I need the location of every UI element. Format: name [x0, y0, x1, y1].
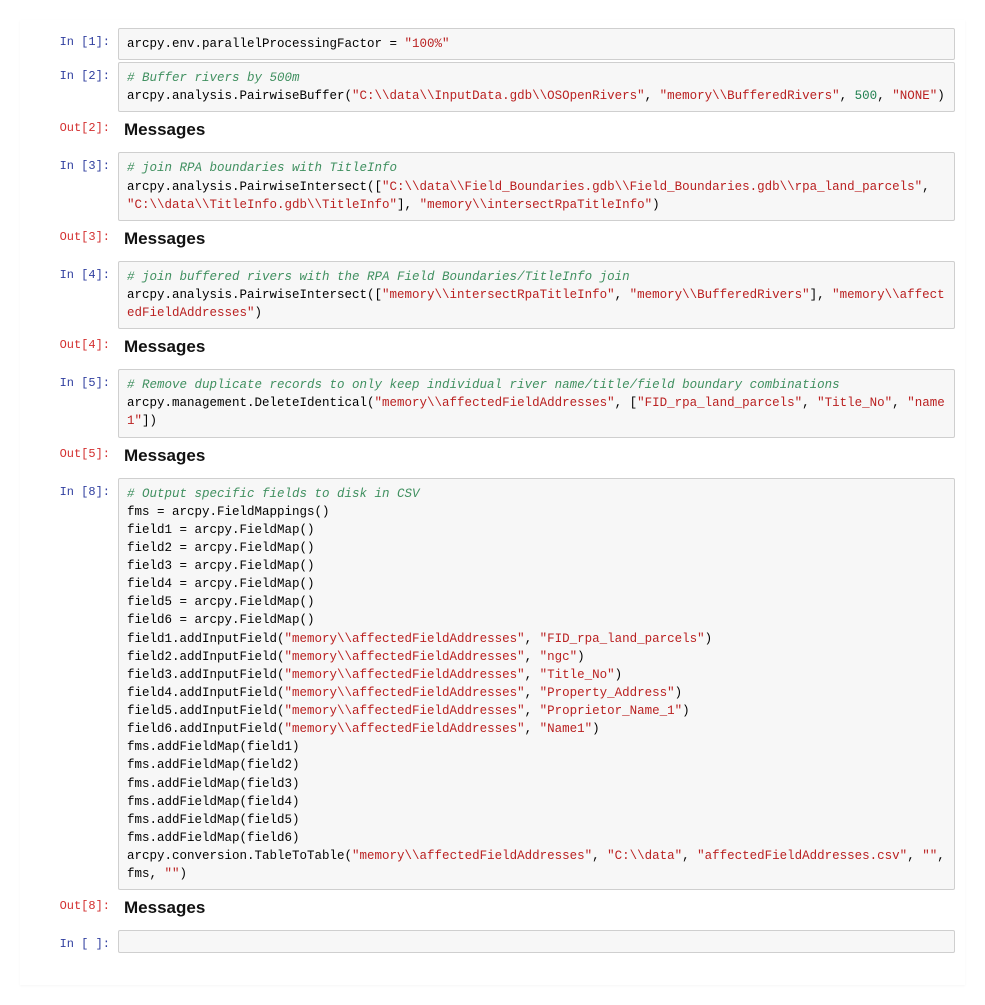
- output-prompt: Out[8]:: [30, 892, 118, 928]
- output-prompt: Out[3]:: [30, 223, 118, 259]
- output-area: Messages: [118, 114, 955, 150]
- code-input[interactable]: # Output specific fields to disk in CSV …: [118, 478, 955, 891]
- input-prompt: In [8]:: [30, 478, 118, 891]
- output-area: Messages: [118, 892, 955, 928]
- output-cell: Out[4]: Messages: [20, 331, 965, 367]
- output-cell: Out[8]: Messages: [20, 892, 965, 928]
- code-input[interactable]: [118, 930, 955, 953]
- messages-heading: Messages: [124, 120, 949, 140]
- output-cell: Out[2]: Messages: [20, 114, 965, 150]
- output-area: Messages: [118, 440, 955, 476]
- input-cell: In [8]:# Output specific fields to disk …: [20, 478, 965, 891]
- input-prompt: In [5]:: [30, 369, 118, 437]
- input-cell: In [2]:# Buffer rivers by 500m arcpy.ana…: [20, 62, 965, 112]
- input-prompt: In [1]:: [30, 28, 118, 60]
- input-cell: In [4]:# join buffered rivers with the R…: [20, 261, 965, 329]
- messages-heading: Messages: [124, 337, 949, 357]
- code-input[interactable]: # join RPA boundaries with TitleInfo arc…: [118, 152, 955, 220]
- input-prompt: In [2]:: [30, 62, 118, 112]
- cells-container: In [1]:arcpy.env.parallelProcessingFacto…: [20, 28, 965, 953]
- code-input[interactable]: arcpy.env.parallelProcessingFactor = "10…: [118, 28, 955, 60]
- input-cell: In [3]:# join RPA boundaries with TitleI…: [20, 152, 965, 220]
- output-prompt: Out[2]:: [30, 114, 118, 150]
- input-prompt: In [4]:: [30, 261, 118, 329]
- output-cell: Out[5]: Messages: [20, 440, 965, 476]
- output-area: Messages: [118, 331, 955, 367]
- jupyter-notebook: In [1]:arcpy.env.parallelProcessingFacto…: [20, 20, 965, 985]
- input-prompt: In [ ]:: [30, 930, 118, 953]
- input-cell: In [ ]:: [20, 930, 965, 953]
- input-cell: In [1]:arcpy.env.parallelProcessingFacto…: [20, 28, 965, 60]
- messages-heading: Messages: [124, 446, 949, 466]
- output-prompt: Out[4]:: [30, 331, 118, 367]
- code-input[interactable]: # Remove duplicate records to only keep …: [118, 369, 955, 437]
- messages-heading: Messages: [124, 229, 949, 249]
- input-cell: In [5]:# Remove duplicate records to onl…: [20, 369, 965, 437]
- code-input[interactable]: # join buffered rivers with the RPA Fiel…: [118, 261, 955, 329]
- output-prompt: Out[5]:: [30, 440, 118, 476]
- output-cell: Out[3]: Messages: [20, 223, 965, 259]
- code-input[interactable]: # Buffer rivers by 500m arcpy.analysis.P…: [118, 62, 955, 112]
- messages-heading: Messages: [124, 898, 949, 918]
- output-area: Messages: [118, 223, 955, 259]
- input-prompt: In [3]:: [30, 152, 118, 220]
